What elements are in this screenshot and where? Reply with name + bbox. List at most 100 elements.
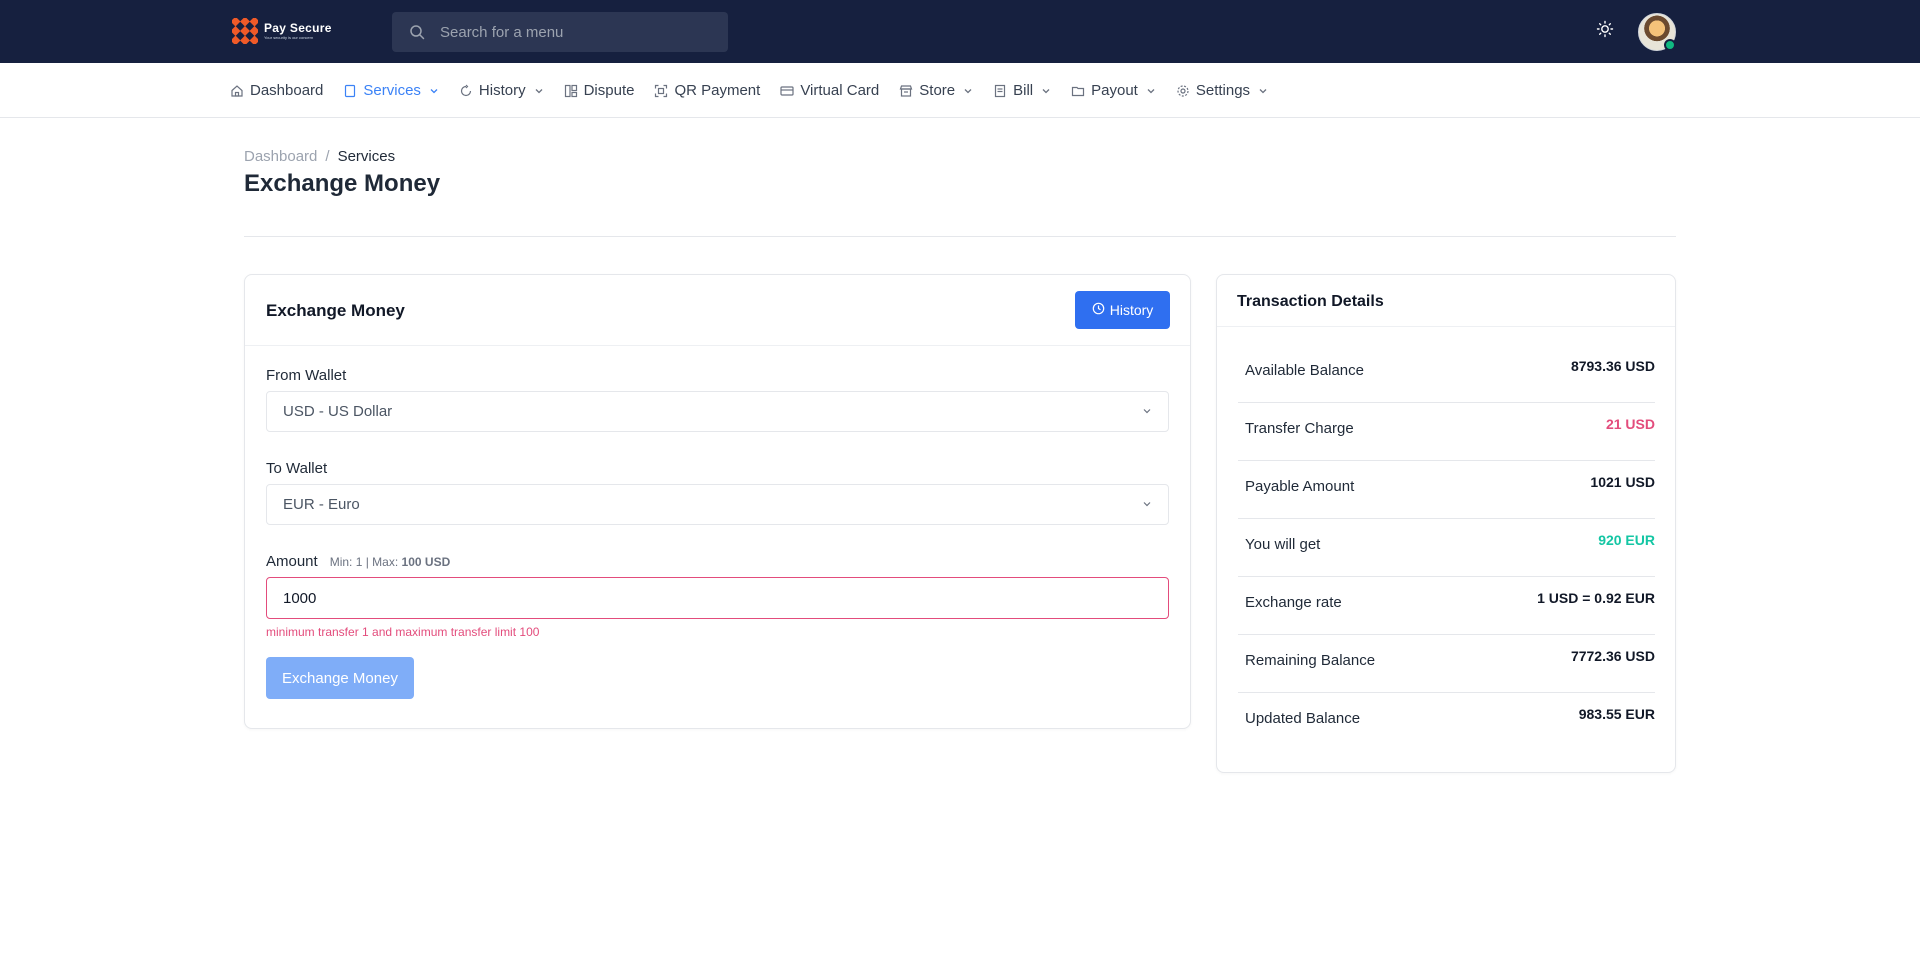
detail-value: 983.55 EUR — [1578, 706, 1655, 722]
nav-list: Dashboard Services History Dispute QR Pa… — [230, 63, 1288, 118]
details-header: Transaction Details — [1217, 275, 1675, 327]
nav-item-virtual-card[interactable]: Virtual Card — [780, 82, 879, 99]
detail-label: Exchange rate — [1245, 594, 1342, 611]
brand-name: Pay Secure — [264, 20, 332, 35]
exchange-form: From Wallet USD - US Dollar To Wallet EU… — [266, 367, 1169, 699]
detail-row-available-balance: Available Balance 8793.36 USD — [1238, 345, 1655, 403]
from-wallet-value: USD - US Dollar — [283, 403, 393, 420]
detail-row-payable-amount: Payable Amount 1021 USD — [1238, 461, 1655, 519]
brand-logo[interactable]: Pay Secure Your security is our concern — [230, 16, 332, 46]
logo-mark-icon — [230, 16, 260, 46]
nav-label: Virtual Card — [800, 82, 880, 99]
chevron-down-icon — [1142, 496, 1152, 513]
chevron-down-icon — [534, 86, 544, 96]
qr-icon — [654, 84, 668, 98]
nav-label: Payout — [1091, 82, 1138, 99]
details-list: Available Balance 8793.36 USD Transfer C… — [1238, 345, 1655, 751]
detail-value: 8793.36 USD — [1570, 358, 1655, 374]
nav-label: Dashboard — [250, 82, 324, 99]
store-icon — [899, 84, 913, 98]
chevron-down-icon — [1041, 86, 1051, 96]
nav-label: Bill — [1013, 82, 1034, 99]
detail-label: Payable Amount — [1245, 478, 1355, 495]
to-wallet-label: To Wallet — [266, 460, 328, 477]
detail-label: Remaining Balance — [1245, 652, 1376, 669]
chevron-down-icon — [963, 86, 973, 96]
history-button[interactable]: History — [1075, 291, 1170, 329]
refresh-icon — [459, 84, 473, 98]
nav-label: History — [478, 82, 526, 99]
theme-toggle-button[interactable] — [1594, 20, 1616, 42]
detail-value: 7772.36 USD — [1570, 648, 1655, 664]
detail-label: Updated Balance — [1245, 710, 1361, 727]
nav-item-store[interactable]: Store — [899, 82, 973, 99]
breadcrumb-home-link[interactable]: Dashboard — [244, 148, 317, 165]
nav-item-services[interactable]: Services — [343, 82, 439, 99]
nav-item-history[interactable]: History — [459, 82, 544, 99]
breadcrumb-separator: / — [325, 148, 330, 165]
brand-text: Pay Secure Your security is our concern — [264, 20, 332, 41]
nav-label: Services — [363, 82, 421, 99]
sun-icon — [1596, 20, 1614, 43]
amount-max: 100 USD — [401, 555, 451, 569]
nav-label: Dispute — [583, 82, 635, 99]
chevron-down-icon — [1146, 86, 1156, 96]
chevron-down-icon — [1258, 86, 1268, 96]
search-input[interactable] — [440, 23, 710, 41]
nav-label: Store — [919, 82, 956, 99]
wallet-icon — [1071, 84, 1085, 98]
detail-row-transfer-charge: Transfer Charge 21 USD — [1238, 403, 1655, 461]
detail-label: Transfer Charge — [1245, 420, 1354, 437]
amount-limits-hint: Min: 1 | Max: 100 USD — [330, 555, 451, 569]
brand-tagline: Your security is our concern — [264, 34, 314, 40]
amount-label-row: Amount Min: 1 | Max: 100 USD — [266, 553, 1169, 570]
nav-label: Settings — [1195, 82, 1251, 99]
home-icon — [230, 84, 244, 98]
detail-label: Available Balance — [1245, 362, 1364, 379]
clock-icon — [1092, 302, 1105, 318]
transaction-details-card: Transaction Details Available Balance 87… — [1216, 274, 1676, 773]
exchange-money-button[interactable]: Exchange Money — [266, 657, 414, 699]
bill-icon — [993, 84, 1007, 98]
online-status-indicator — [1664, 39, 1676, 51]
detail-value: 920 EUR — [1598, 532, 1655, 548]
nav-item-dashboard[interactable]: Dashboard — [230, 82, 323, 99]
card-title: Exchange Money — [266, 301, 405, 320]
nav-label: QR Payment — [674, 82, 761, 99]
detail-row-updated-balance: Updated Balance 983.55 EUR — [1238, 693, 1655, 751]
detail-row-exchange-rate: Exchange rate 1 USD = 0.92 EUR — [1238, 577, 1655, 635]
top-bar: Pay Secure Your security is our concern — [0, 0, 1920, 63]
search-box[interactable] — [392, 12, 728, 52]
nav-item-settings[interactable]: Settings — [1176, 82, 1268, 99]
amount-input[interactable] — [266, 577, 1169, 619]
exchange-money-card: Exchange Money History From Wallet USD -… — [244, 274, 1191, 729]
from-wallet-select[interactable]: USD - US Dollar — [266, 391, 1169, 432]
nav-item-bill[interactable]: Bill — [993, 82, 1051, 99]
from-wallet-label: From Wallet — [266, 367, 347, 384]
details-title: Transaction Details — [1237, 293, 1384, 310]
detail-value: 1021 USD — [1590, 474, 1655, 490]
amount-min: Min: 1 — [329, 555, 363, 569]
breadcrumb-current: Services — [337, 148, 396, 165]
to-wallet-select[interactable]: EUR - Euro — [266, 484, 1169, 525]
chevron-down-icon — [429, 86, 439, 96]
amount-error-message: minimum transfer 1 and maximum transfer … — [266, 625, 540, 639]
detail-row-you-will-get: You will get 920 EUR — [1238, 519, 1655, 577]
to-wallet-value: EUR - Euro — [283, 496, 360, 513]
nav-item-dispute[interactable]: Dispute — [564, 82, 635, 99]
amount-max-prefix: | Max: — [365, 555, 399, 569]
page-title: Exchange Money — [244, 170, 441, 197]
card-icon — [780, 84, 794, 98]
detail-row-remaining-balance: Remaining Balance 7772.36 USD — [1238, 635, 1655, 693]
history-button-label: History — [1109, 302, 1154, 318]
nav-item-payout[interactable]: Payout — [1071, 82, 1156, 99]
layout-icon — [564, 84, 578, 98]
chevron-down-icon — [1142, 403, 1152, 420]
gear-icon — [1176, 84, 1190, 98]
amount-label: Amount — [266, 553, 318, 570]
detail-value: 1 USD = 0.92 EUR — [1537, 590, 1655, 606]
nav-item-qr-payment[interactable]: QR Payment — [654, 82, 760, 99]
breadcrumb: Dashboard / Services — [244, 148, 395, 165]
card-header: Exchange Money History — [245, 275, 1190, 346]
main-navigation: Dashboard Services History Dispute QR Pa… — [0, 63, 1920, 118]
